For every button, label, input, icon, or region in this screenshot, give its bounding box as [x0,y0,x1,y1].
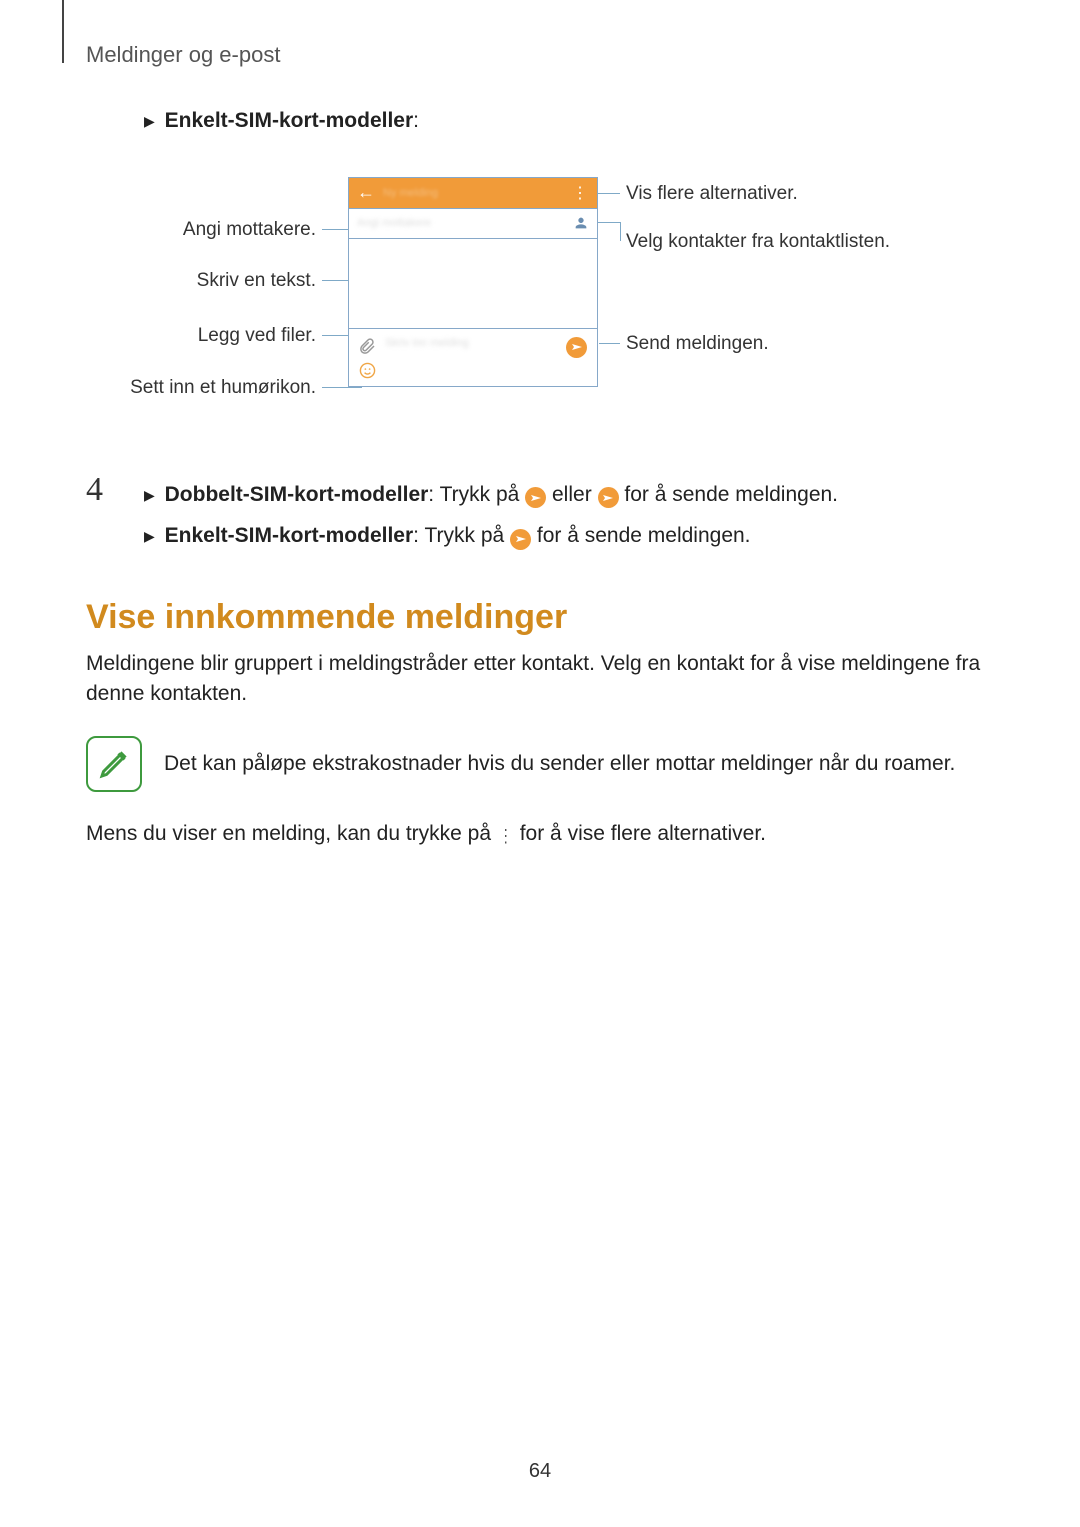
section-heading: Vise innkommende meldinger [86,598,1006,637]
send-sim2-icon [598,487,619,508]
smiley-icon [359,362,377,380]
triangle-icon: ▶ [144,111,155,132]
triangle-icon: ▶ [144,484,155,508]
note-pencil-icon [86,736,142,792]
section-paragraph: Meldingene blir gruppert i meldingstråde… [86,649,1006,710]
send-icon-inline [510,529,531,550]
screen-title-blur: Ny melding [383,187,572,199]
note-text: Det kan påløpe ekstrakostnader hvis du s… [164,752,955,776]
step4-line2: ▶ Enkelt-SIM-kort-modeller: Trykk på for… [144,518,1006,554]
step-4: 4 ▶ Dobbelt-SIM-kort-modeller: Trykk på … [86,477,1006,554]
label-emoji: Sett inn et humørikon. [86,377,316,399]
recipient-row: Angi mottakere [349,208,597,238]
label-send: Send meldingen. [626,333,769,355]
phone-screen: ← Ny melding ⋮ Angi mottakere Skriv inn … [348,177,598,387]
send-sim1-icon [525,487,546,508]
step4-line1: ▶ Dobbelt-SIM-kort-modeller: Trykk på el… [144,477,1006,513]
contacts-icon [573,215,589,231]
back-icon: ← [357,182,375,203]
page-number: 64 [0,1460,1080,1483]
label-recipients: Angi mottakere. [86,219,316,241]
paperclip-icon [359,337,377,355]
overflow-icon: ⋮ [572,183,589,203]
screenshot-diagram: Angi mottakere. Skriv en tekst. Legg ved… [86,177,1006,437]
label-attach: Legg ved filer. [86,325,316,347]
message-body [349,238,597,328]
note-block: Det kan påløpe ekstrakostnader hvis du s… [86,736,1006,792]
label-write-text: Skriv en tekst. [86,270,316,292]
label-contacts: Velg kontakter fra kontaktlisten. [626,231,890,253]
triangle-icon: ▶ [144,525,155,549]
step-number: 4 [86,471,103,509]
label-more-options: Vis flere alternativer. [626,183,798,205]
left-margin-rule [62,0,64,63]
send-icon [566,337,587,358]
app-titlebar: ← Ny melding ⋮ [349,178,597,208]
final-paragraph: Mens du viser en melding, kan du trykke … [86,822,1006,847]
compose-toolbar: Skriv inn melding [349,328,597,386]
overflow-icon-inline: ⋮ [500,826,510,847]
page-header: Meldinger og e-post [86,42,280,68]
bullet-single-sim: ▶ Enkelt-SIM-kort-modeller: [144,105,1006,137]
